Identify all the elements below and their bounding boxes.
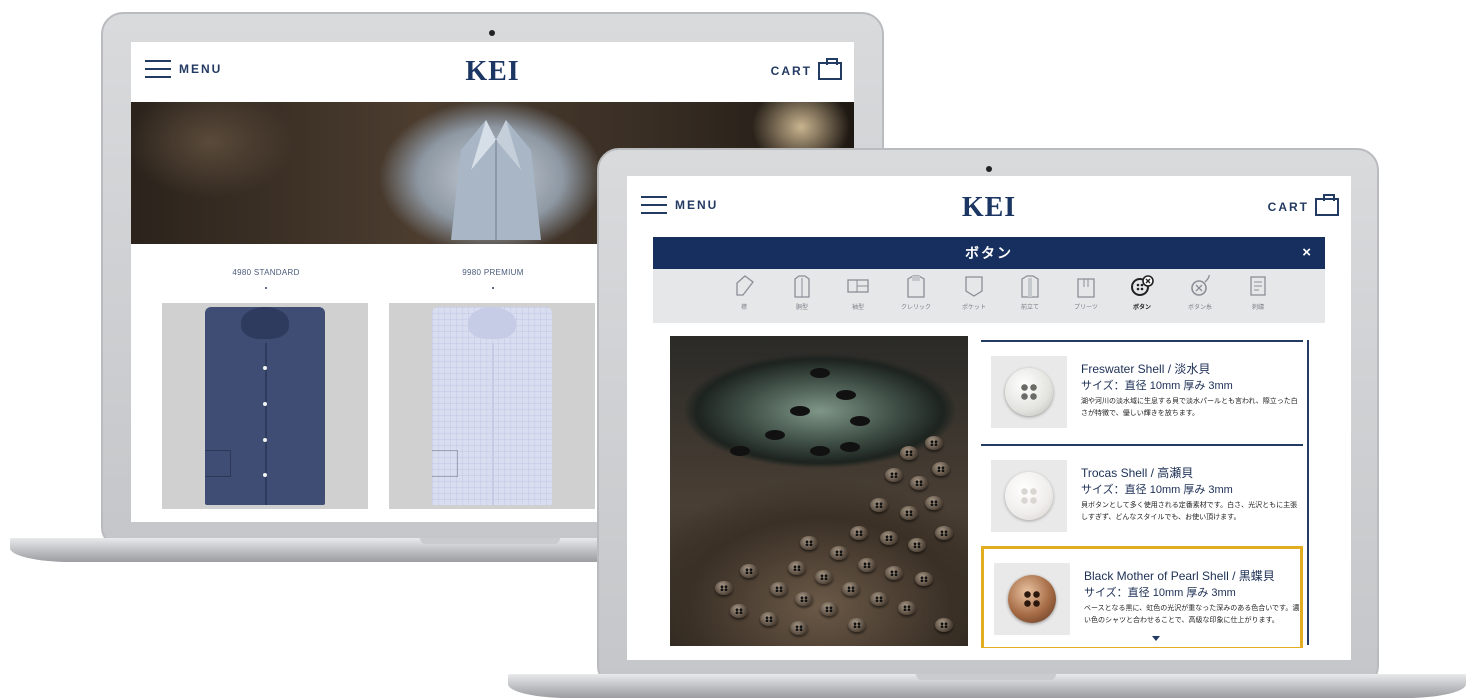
shirt-image (205, 307, 325, 505)
close-icon[interactable]: × (1302, 244, 1311, 261)
option-collar[interactable]: 襟 (721, 273, 767, 311)
hamburger-icon (641, 196, 667, 214)
scroll-down-icon[interactable] (1152, 636, 1160, 641)
body-shape-icon (794, 275, 810, 298)
button-option-name: Freswater Shell / 淡水貝 (1081, 362, 1211, 376)
button-option[interactable]: Trocas Shell / 高瀬貝 サイズ：直径 10mm 厚み 3mm 貝ボ… (981, 444, 1303, 548)
placket-icon (1021, 275, 1039, 298)
option-embroidery[interactable]: 刺繍 (1235, 273, 1281, 311)
option-pocket[interactable]: ポケット (951, 273, 997, 311)
product-label: 4980 STANDARD (232, 268, 300, 277)
button-option-size: サイズ：直径 10mm 厚み 3mm (1081, 380, 1233, 392)
site-header: MENU KEI CART (627, 176, 1351, 236)
button-option-description: 湖や河川の淡水域に生息する貝で淡水パールとも言われ、際立った白さが特徴で、優しい… (1081, 398, 1298, 417)
menu-label: MENU (675, 198, 719, 212)
cart-label: CART (1267, 200, 1309, 214)
option-button[interactable]: ボタン (1119, 273, 1165, 311)
button-option-name: Trocas Shell / 高瀬貝 (1081, 466, 1194, 480)
product-card-premium[interactable] (389, 303, 595, 509)
back-laptop-camera (489, 30, 495, 36)
button-option[interactable]: Freswater Shell / 淡水貝 サイズ：直径 10mm 厚み 3mm… (981, 340, 1303, 444)
shell-buttons-photo (670, 336, 968, 646)
button-option-size: サイズ：直径 10mm 厚み 3mm (1084, 587, 1236, 599)
site-logo[interactable]: KEI (465, 56, 519, 88)
sleeve-shape-icon (847, 279, 869, 293)
option-body-shape[interactable]: 胴型 (779, 273, 825, 311)
product-label: 9980 PREMIUM (462, 268, 524, 277)
button-thumbnail (994, 563, 1070, 635)
button-option-size: サイズ：直径 10mm 厚み 3mm (1081, 484, 1233, 496)
button-icon (1131, 275, 1154, 296)
cart-label: CART (770, 64, 812, 78)
list-scrollbar[interactable] (1307, 340, 1309, 645)
site-header: MENU KEI CART (131, 42, 854, 102)
pleat-icon (1077, 278, 1095, 298)
option-label: 胴型 (795, 305, 808, 311)
option-label: ボタン糸 (1187, 305, 1212, 311)
front-screen: MENU KEI CART ボタン × 襟 胴型 袖型 クレリック ポケット 前… (627, 176, 1351, 660)
option-label: 袖型 (851, 305, 864, 311)
pocket-icon (965, 276, 983, 297)
cart-button[interactable]: CART (1267, 194, 1339, 216)
option-label: ボタン (1132, 305, 1151, 311)
back-laptop-notch (420, 538, 560, 544)
button-thread-icon (1191, 274, 1210, 296)
button-thumbnail (991, 356, 1067, 428)
freshwater-shell-icon (1005, 368, 1053, 416)
cart-button[interactable]: CART (770, 58, 842, 80)
front-laptop-notch (916, 674, 1056, 680)
front-laptop-camera (986, 166, 992, 172)
product-dot (492, 287, 494, 289)
trocas-shell-icon (1005, 472, 1053, 520)
panel-title: ボタン (965, 245, 1013, 261)
shirt-image (432, 307, 552, 505)
button-thumbnail (991, 460, 1067, 532)
option-button-thread[interactable]: ボタン糸 (1177, 273, 1223, 311)
option-sleeve-shape[interactable]: 袖型 (835, 273, 881, 311)
collar-icon (736, 275, 754, 296)
option-label: 刺繍 (1251, 305, 1264, 311)
option-placket[interactable]: 前立て (1007, 273, 1053, 311)
customize-panel-header: ボタン × (653, 237, 1325, 269)
embroidery-icon (1250, 276, 1266, 296)
menu-button[interactable]: MENU (641, 196, 718, 214)
site-logo[interactable]: KEI (962, 192, 1016, 224)
cart-bag-icon (818, 58, 842, 80)
button-option-description: ベースとなる黒に、虹色の光沢が重なった深みのある色合いです。濃い色のシャツと合わ… (1084, 605, 1300, 624)
black-pearl-shell-icon (1008, 575, 1056, 623)
cleric-icon (907, 275, 925, 298)
cart-bag-icon (1315, 194, 1339, 216)
button-option-description: 貝ボタンとして多く使用される定番素材です。白さ、光沢ともに主張しすぎず、どんなス… (1081, 502, 1298, 521)
product-card-standard[interactable] (162, 303, 368, 509)
option-label: プリーツ (1074, 305, 1098, 311)
hamburger-icon (145, 60, 171, 78)
option-label: 襟 (740, 305, 747, 311)
option-label: 前立て (1020, 305, 1039, 311)
button-option-list: Freswater Shell / 淡水貝 サイズ：直径 10mm 厚み 3mm… (981, 336, 1313, 648)
option-label: ポケット (961, 305, 986, 311)
menu-button[interactable]: MENU (145, 60, 222, 78)
option-label: クレリック (900, 305, 931, 311)
shirt-collar-image (451, 120, 541, 240)
customize-options-bar: 襟 胴型 袖型 クレリック ポケット 前立て プリーツ ボタン ボタン糸 刺繍 (653, 269, 1325, 323)
button-option-name: Black Mother of Pearl Shell / 黒蝶貝 (1084, 569, 1275, 583)
menu-label: MENU (179, 62, 223, 76)
button-option-selected[interactable]: Black Mother of Pearl Shell / 黒蝶貝 サイズ：直径… (981, 546, 1303, 648)
product-dot (265, 287, 267, 289)
option-cleric[interactable]: クレリック (893, 273, 939, 311)
option-pleat[interactable]: プリーツ (1063, 273, 1109, 311)
